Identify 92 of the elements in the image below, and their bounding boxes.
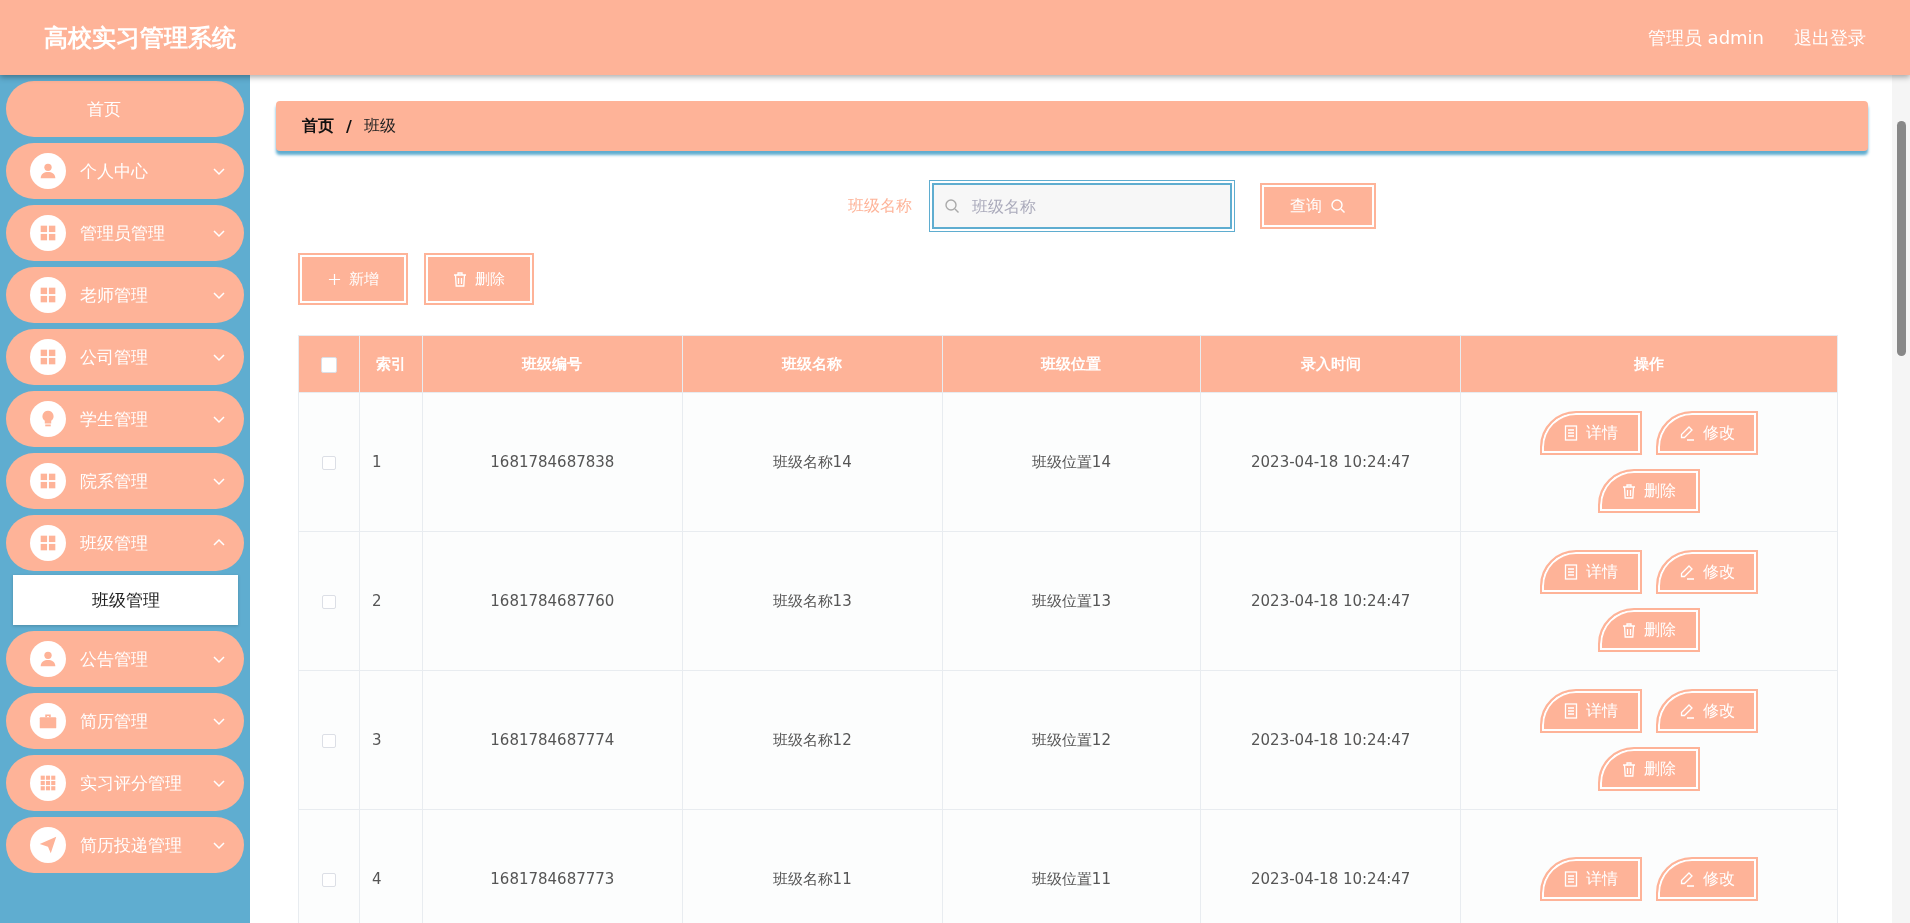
table-cell: 班级名称11 bbox=[772, 869, 852, 888]
column-header: 班级编号 bbox=[522, 354, 583, 373]
table-cell: 2023-04-18 10:24:47 bbox=[1251, 870, 1411, 888]
trash-icon bbox=[1622, 761, 1637, 777]
table-cell: 1681784687838 bbox=[490, 453, 615, 471]
plus-icon bbox=[327, 272, 341, 286]
scrollbar[interactable] bbox=[1892, 75, 1910, 923]
table-cell: 2023-04-18 10:24:47 bbox=[1251, 453, 1411, 471]
row-checkbox[interactable] bbox=[321, 872, 336, 887]
table-cell: 班级名称12 bbox=[772, 730, 852, 749]
column-header: 班级名称 bbox=[782, 354, 843, 373]
table-cell: 2023-04-18 10:24:47 bbox=[1251, 731, 1411, 749]
sidebar-menu-item[interactable]: 院系管理 bbox=[6, 453, 244, 509]
pencil-icon bbox=[1679, 871, 1696, 887]
sidebar-menu-item[interactable]: 老师管理 bbox=[6, 267, 244, 323]
table-cell: 班级位置14 bbox=[1031, 452, 1111, 471]
sidebar-menu-item[interactable]: 公司管理 bbox=[6, 329, 244, 385]
sidebar-menu-item[interactable]: 简历管理 bbox=[6, 693, 244, 749]
document-icon bbox=[1564, 703, 1579, 719]
search-icon bbox=[1330, 198, 1346, 214]
table-cell: 3 bbox=[371, 731, 382, 749]
trash-icon bbox=[1622, 622, 1637, 638]
sidebar-menu-item[interactable]: 管理员管理 bbox=[6, 205, 244, 261]
lightbulb-icon bbox=[30, 401, 66, 437]
person-icon bbox=[30, 641, 66, 677]
pencil-icon bbox=[1679, 703, 1696, 719]
logout-link[interactable]: 退出登录 bbox=[1794, 25, 1866, 50]
add-button[interactable]: 新增 bbox=[298, 253, 408, 305]
edit-button[interactable]: 修改 bbox=[1656, 689, 1759, 733]
table-cell: 班级位置13 bbox=[1031, 591, 1111, 610]
delete-button[interactable]: 删除 bbox=[424, 253, 534, 305]
edit-button[interactable]: 修改 bbox=[1656, 411, 1759, 455]
grid-icon bbox=[30, 525, 66, 561]
document-icon bbox=[1564, 425, 1579, 441]
grid-icon bbox=[30, 765, 66, 801]
table-cell: 1681784687773 bbox=[490, 870, 615, 888]
column-header: 索引 bbox=[375, 354, 406, 373]
row-checkbox[interactable] bbox=[321, 733, 336, 748]
search-label: 班级名称 bbox=[848, 195, 912, 217]
column-header: 班级位置 bbox=[1041, 354, 1102, 373]
column-header: 录入时间 bbox=[1300, 354, 1361, 373]
sidebar-menu-item[interactable]: 公告管理 bbox=[6, 631, 244, 687]
admin-user-label: 管理员 admin bbox=[1647, 25, 1764, 50]
sidebar-menu-item[interactable]: 个人中心 bbox=[6, 143, 244, 199]
person-icon bbox=[30, 153, 66, 189]
breadcrumb-separator: / bbox=[346, 116, 352, 136]
pencil-icon bbox=[1679, 564, 1696, 580]
trash-icon bbox=[1622, 483, 1637, 499]
table-cell: 1681784687760 bbox=[490, 592, 615, 610]
breadcrumb-item[interactable]: 首页 bbox=[302, 115, 334, 137]
document-icon bbox=[1564, 871, 1579, 887]
sidebar-submenu-item[interactable]: 班级管理 bbox=[13, 575, 238, 625]
table-cell: 班级名称14 bbox=[772, 452, 852, 471]
details-button[interactable]: 详情 bbox=[1540, 411, 1643, 455]
delete-button[interactable]: 删除 bbox=[1598, 747, 1701, 791]
briefcase-icon bbox=[30, 703, 66, 739]
table-cell: 班级位置12 bbox=[1031, 730, 1111, 749]
delete-button[interactable]: 删除 bbox=[1598, 608, 1701, 652]
breadcrumb-item: 班级 bbox=[363, 115, 396, 137]
table-cell: 1 bbox=[371, 453, 382, 471]
table-cell: 班级位置11 bbox=[1031, 869, 1111, 888]
row-checkbox[interactable] bbox=[321, 594, 336, 609]
details-button[interactable]: 详情 bbox=[1540, 689, 1643, 733]
search-field[interactable]: 班级名称 bbox=[932, 183, 1232, 229]
pencil-icon bbox=[1679, 425, 1696, 441]
grid-icon bbox=[30, 339, 66, 375]
table-cell: 2 bbox=[371, 592, 382, 610]
table-cell: 4 bbox=[371, 870, 382, 888]
row-checkbox[interactable] bbox=[321, 455, 336, 470]
trash-icon bbox=[453, 271, 467, 287]
table-cell: 2023-04-18 10:24:47 bbox=[1251, 592, 1411, 610]
table-cell: 1681784687774 bbox=[490, 731, 615, 749]
delete-button[interactable]: 删除 bbox=[1598, 469, 1701, 513]
grid-icon bbox=[30, 463, 66, 499]
search-button[interactable]: 查询 bbox=[1260, 183, 1376, 229]
details-button[interactable]: 详情 bbox=[1540, 857, 1643, 901]
grid-icon bbox=[30, 277, 66, 313]
paper-plane-icon bbox=[30, 827, 66, 863]
edit-button[interactable]: 修改 bbox=[1656, 550, 1759, 594]
select-all-checkbox[interactable] bbox=[320, 356, 337, 373]
grid-icon bbox=[30, 215, 66, 251]
details-button[interactable]: 详情 bbox=[1540, 550, 1643, 594]
sidebar-menu-item[interactable]: 简历投递管理 bbox=[6, 817, 244, 873]
app-title: 高校实习管理系统 bbox=[44, 22, 237, 54]
sidebar-menu-item[interactable]: 首页 bbox=[6, 81, 244, 137]
column-header: 操作 bbox=[1634, 354, 1665, 373]
sidebar-menu-item[interactable]: 实习评分管理 bbox=[6, 755, 244, 811]
sidebar-menu-item[interactable]: 学生管理 bbox=[6, 391, 244, 447]
document-icon bbox=[1564, 564, 1579, 580]
table-cell: 班级名称13 bbox=[772, 591, 852, 610]
edit-button[interactable]: 修改 bbox=[1656, 857, 1759, 901]
sidebar-menu-item[interactable]: 班级管理 bbox=[6, 515, 244, 571]
